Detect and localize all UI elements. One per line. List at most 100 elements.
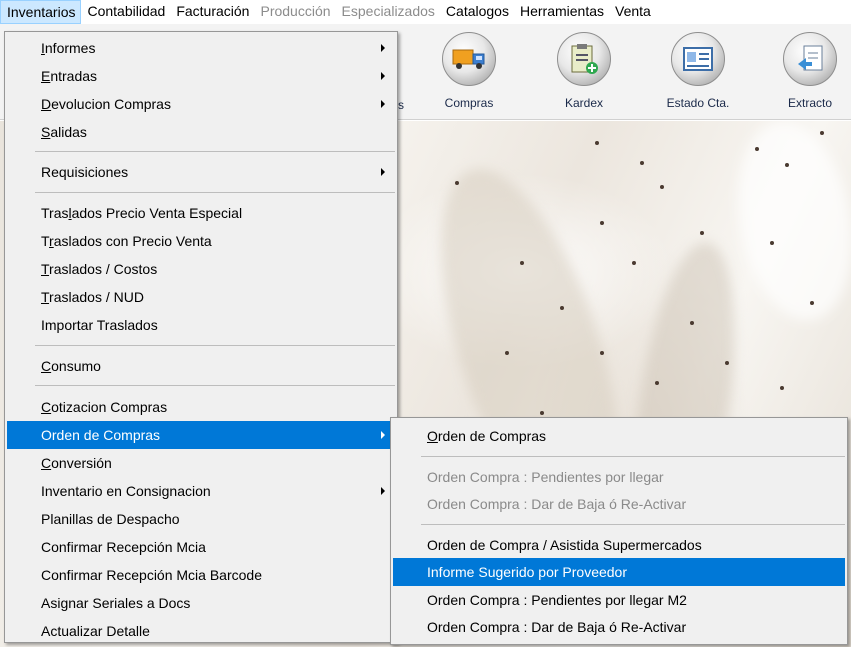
submenu-item-orden-de-compras[interactable]: Orden de Compras xyxy=(393,422,845,450)
menu-separator xyxy=(421,524,845,525)
menu-item-requisiciones[interactable]: Requisiciones xyxy=(7,158,395,186)
menu-item-traslados-con-precio-venta[interactable]: Traslados con Precio Venta xyxy=(7,227,395,255)
menu-item-traslados-costos[interactable]: Traslados / Costos xyxy=(7,255,395,283)
menu-item-consumo[interactable]: Consumo xyxy=(7,352,395,380)
menu-item-label: Confirmar Recepción Mcia xyxy=(41,539,206,555)
accel-key: D xyxy=(41,96,52,112)
menu-item-label: Importar Traslados xyxy=(41,317,158,333)
accel-key: S xyxy=(41,124,51,140)
kardex-bubble xyxy=(557,32,611,86)
extracto-label: Extracto xyxy=(787,96,832,110)
compras-button[interactable]: Compras xyxy=(419,28,519,110)
menu-item-planillas-de-despacho[interactable]: Planillas de Despacho xyxy=(7,505,395,533)
pattern-dot xyxy=(690,321,694,325)
accel-key: T xyxy=(41,261,50,277)
menu-item-label-pre: Tras xyxy=(41,205,69,221)
menu-item-label: alidas xyxy=(50,124,87,140)
accel-key: C xyxy=(41,455,52,471)
menu-item-traslados-nud[interactable]: Traslados / NUD xyxy=(7,283,395,311)
submenu-arrow-icon xyxy=(381,44,385,52)
menu-separator xyxy=(35,345,395,346)
menu-item-label: evolucion Compras xyxy=(51,96,171,112)
menu-item-label: Actualizar Detalle xyxy=(41,623,150,639)
accel-key: C xyxy=(41,358,52,374)
menubar-produccion[interactable]: Producción xyxy=(254,0,335,24)
menu-item-entradas[interactable]: Entradas xyxy=(7,62,395,90)
menu-item-label: raslados / NUD xyxy=(49,289,144,305)
pattern-dot xyxy=(785,163,789,167)
menu-item-label: onsumo xyxy=(51,358,101,374)
pattern-dot xyxy=(632,261,636,265)
menu-item-salidas[interactable]: Salidas xyxy=(7,118,395,146)
menu-item-cotizacion-compras[interactable]: Cotizacion Compras xyxy=(7,393,395,421)
pattern-dot xyxy=(505,351,509,355)
menu-item-label: ntradas xyxy=(50,68,98,84)
pattern-dot xyxy=(660,185,664,189)
menu-item-label: Requisiciones xyxy=(41,164,129,180)
pattern-dot xyxy=(640,161,644,165)
submenu-item-pendientes-por-llegar[interactable]: Orden Compra : Pendientes por llegar xyxy=(393,463,845,491)
estado-cta-bubble xyxy=(671,32,725,86)
menu-item-orden-de-compras[interactable]: Orden de Compras xyxy=(7,421,395,449)
menubar-inventarios[interactable]: Inventarios xyxy=(0,0,82,24)
submenu-item-pendientes-por-llegar-m2[interactable]: Orden Compra : Pendientes por llegar M2 xyxy=(393,586,845,614)
submenu-item-dar-de-baja-disabled[interactable]: Orden Compra : Dar de Baja ó Re-Activar xyxy=(393,490,845,518)
clipboard-add-icon xyxy=(571,44,598,74)
pattern-dot xyxy=(820,131,824,135)
accel-key: O xyxy=(427,428,438,444)
menu-item-confirmar-recepcion-mcia[interactable]: Confirmar Recepción Mcia xyxy=(7,533,395,561)
menu-item-label: otizacion Compras xyxy=(51,399,168,415)
menu-item-label: Confirmar Recepción Mcia Barcode xyxy=(41,567,262,583)
compras-label: Compras xyxy=(444,96,494,110)
menu-bar: Inventarios Contabilidad Facturación Pro… xyxy=(0,0,851,24)
menubar-ventas[interactable]: Venta xyxy=(609,0,656,24)
menu-item-label: rden de Compras xyxy=(437,428,547,444)
kardex-button[interactable]: Kardex xyxy=(534,28,634,110)
menu-item-confirmar-recepcion-mcia-barcode[interactable]: Confirmar Recepción Mcia Barcode xyxy=(7,561,395,589)
menu-item-inventario-en-consignacion[interactable]: Inventario en Consignacion xyxy=(7,477,395,505)
accel-key: C xyxy=(41,399,52,415)
submenu-arrow-icon xyxy=(381,431,385,439)
pattern-dot xyxy=(780,386,784,390)
menubar-especializados[interactable]: Especializados xyxy=(336,0,440,24)
menu-item-conversion[interactable]: Conversión xyxy=(7,449,395,477)
document-arrow-icon xyxy=(798,45,823,71)
menu-item-label: Orden Compra : Pendientes por llegar M2 xyxy=(427,592,687,608)
menu-item-importar-traslados[interactable]: Importar Traslados xyxy=(7,311,395,339)
estado-cta-button[interactable]: Estado Cta. xyxy=(648,28,748,110)
fabric-fold xyxy=(723,121,851,330)
menu-item-label-pre: T xyxy=(41,233,50,249)
pattern-dot xyxy=(595,141,599,145)
submenu-arrow-icon xyxy=(381,487,385,495)
menu-item-label: Planillas de Despacho xyxy=(41,511,180,527)
pattern-dot xyxy=(455,181,459,185)
menu-item-informes[interactable]: Informes xyxy=(7,34,395,62)
accel-key: E xyxy=(41,68,51,84)
menubar-contabilidad[interactable]: Contabilidad xyxy=(81,0,170,24)
menu-item-traslados-precio-venta-especial[interactable]: Traslados Precio Venta Especial xyxy=(7,199,395,227)
menu-item-actualizar-detalle[interactable]: Actualizar Detalle xyxy=(7,617,395,645)
menu-item-devolucion-compras[interactable]: Devolucion Compras xyxy=(7,90,395,118)
pattern-dot xyxy=(725,361,729,365)
estado-cta-label: Estado Cta. xyxy=(666,96,730,110)
menu-separator xyxy=(35,192,395,193)
menu-item-asignar-seriales-a-docs[interactable]: Asignar Seriales a Docs xyxy=(7,589,395,617)
menubar-herramientas[interactable]: Herramientas xyxy=(514,0,609,24)
submenu-item-asistida-supermercados[interactable]: Orden de Compra / Asistida Supermercados xyxy=(393,531,845,559)
extracto-button[interactable]: Extracto xyxy=(760,28,851,110)
compras-bubble xyxy=(442,32,496,86)
pattern-dot xyxy=(655,381,659,385)
menubar-catalogos[interactable]: Catalogos xyxy=(440,0,514,24)
submenu-item-dar-de-baja[interactable]: Orden Compra : Dar de Baja ó Re-Activar xyxy=(393,613,845,641)
menu-item-label: raslados / Costos xyxy=(49,261,158,277)
kardex-label: Kardex xyxy=(564,96,604,110)
menu-separator xyxy=(421,456,845,457)
submenu-item-informe-sugerido-por-proveedor[interactable]: Informe Sugerido por Proveedor xyxy=(393,558,845,586)
menubar-facturacion[interactable]: Facturación xyxy=(170,0,254,24)
inventarios-menu: Informes Entradas Devolucion Compras Sal… xyxy=(4,31,398,643)
menu-separator xyxy=(35,151,395,152)
menu-item-label: Informe Sugerido por Proveedor xyxy=(427,564,627,580)
menu-separator xyxy=(35,385,395,386)
extracto-bubble xyxy=(783,32,837,86)
accel-key: T xyxy=(41,289,50,305)
